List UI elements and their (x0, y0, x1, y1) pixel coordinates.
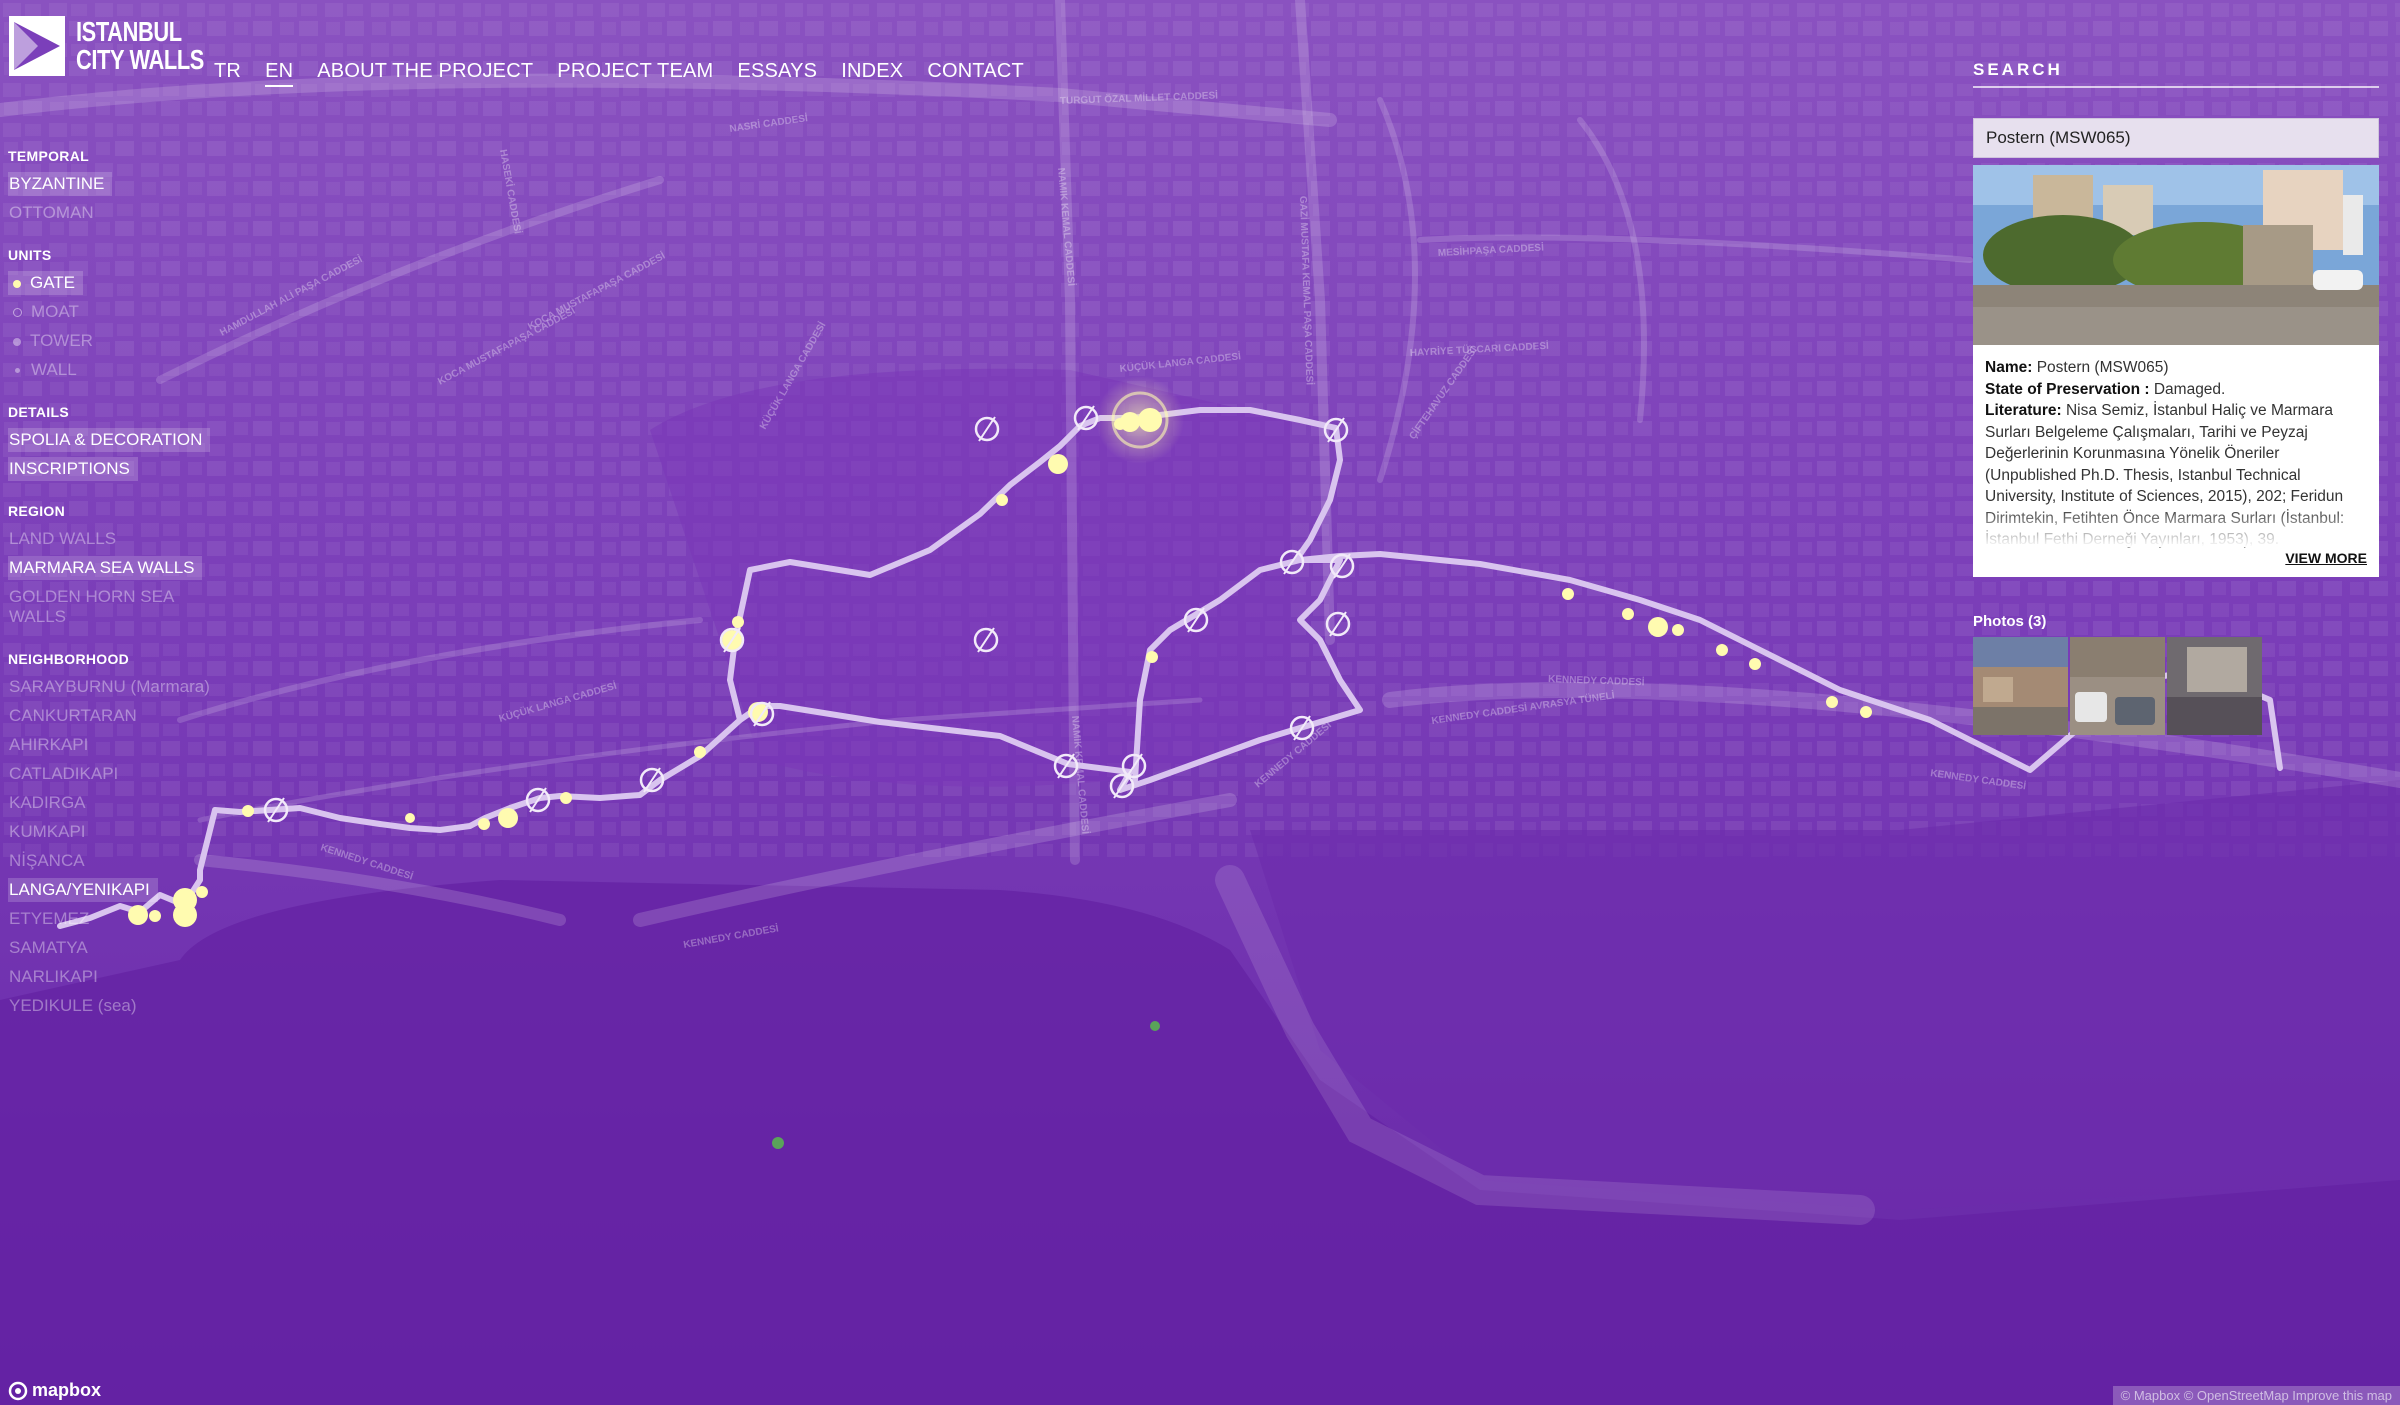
filter-heading: UNITS (8, 247, 52, 263)
mapbox-text: mapbox (32, 1380, 102, 1400)
detail-state: Damaged. (2153, 380, 2226, 398)
filter-heading: TEMPORAL (8, 148, 89, 164)
filter-group-neighborhood: NEIGHBORHOOD SARAYBURNU (Marmara) CANKUR… (8, 651, 238, 1018)
gate-marker[interactable] (1648, 617, 1668, 637)
detail-panel: Postern (MSW065) Name: Postern (MSW065) … (1973, 118, 2379, 577)
search-label[interactable]: SEARCH (1973, 60, 2063, 80)
gate-marker[interactable] (694, 746, 706, 758)
nav-en[interactable]: EN (265, 60, 294, 87)
wall-dot-icon (15, 368, 20, 374)
nav-tr[interactable]: TR (214, 60, 241, 87)
filter-group-units: UNITS GATE MOAT TOWER WALL (8, 247, 238, 382)
filter-neighborhood-item[interactable]: YEDIKULE (sea) (8, 994, 145, 1018)
filter-spolia[interactable]: SPOLIA & DECORATION (8, 428, 211, 452)
nav-essays[interactable]: ESSAYS (737, 60, 817, 87)
gate-marker[interactable] (560, 792, 572, 804)
filter-panel: TEMPORAL BYZANTINE OTTOMAN UNITS GATE MO… (8, 148, 238, 1040)
filter-neighborhood-item[interactable]: CANKURTARAN (8, 704, 145, 728)
detail-title: Postern (MSW065) (1973, 118, 2379, 158)
detail-body: Name: Postern (MSW065) State of Preserva… (1973, 345, 2379, 577)
filter-neighborhood-item[interactable]: SARAYBURNU (Marmara) (8, 675, 218, 699)
state-label: State of Preservation : (1985, 380, 2150, 398)
filter-neighborhood-item[interactable]: NARLIKAPI (8, 965, 106, 989)
gate-marker[interactable] (1826, 696, 1838, 708)
photo-thumbnail[interactable] (1973, 637, 2068, 735)
filter-label: MOAT (31, 302, 79, 321)
filter-heading: NEIGHBORHOOD (8, 651, 130, 667)
site-logo[interactable]: ISTANBUL CITY WALLS (8, 14, 240, 78)
filter-neighborhood-item[interactable]: SAMATYA (8, 936, 96, 960)
filter-byzantine[interactable]: BYZANTINE (8, 172, 113, 196)
filter-heading: DETAILS (8, 404, 69, 420)
filter-neighborhood-item[interactable]: LANGA/YENIKAPI (8, 878, 158, 902)
filter-tower[interactable]: TOWER (8, 329, 101, 353)
gate-marker[interactable] (478, 818, 490, 830)
detail-photo[interactable] (1973, 165, 2379, 345)
mapbox-icon (8, 1381, 28, 1400)
filter-neighborhood-item[interactable]: NİŞANCA (8, 849, 93, 873)
selected-marker-glow (1096, 376, 1184, 464)
gate-marker[interactable] (1146, 651, 1158, 663)
logo-line-1: ISTANBUL (76, 16, 182, 47)
filter-wall[interactable]: WALL (8, 358, 85, 382)
nav-about[interactable]: ABOUT THE PROJECT (317, 60, 533, 87)
gate-marker[interactable] (1048, 454, 1068, 474)
filter-neighborhood-item[interactable]: CATLADIKAPI (8, 762, 126, 786)
filter-neighborhood-item[interactable]: AHIRKAPI (8, 733, 96, 757)
gate-marker[interactable] (1749, 658, 1761, 670)
gate-marker[interactable] (1562, 588, 1574, 600)
gate-marker[interactable] (1860, 706, 1872, 718)
name-label: Name: (1985, 359, 2033, 376)
gate-marker[interactable] (1622, 608, 1634, 620)
photo-thumbnail[interactable] (2167, 637, 2262, 735)
filter-group-details: DETAILS SPOLIA & DECORATION INSCRIPTIONS (8, 404, 238, 481)
filter-land-walls[interactable]: LAND WALLS (8, 527, 124, 551)
gate-marker[interactable] (732, 616, 744, 628)
filter-ottoman[interactable]: OTTOMAN (8, 201, 102, 225)
moat-dot-icon (13, 308, 22, 318)
photo-thumbnail[interactable] (2070, 637, 2165, 735)
filter-group-region: REGION LAND WALLS MARMARA SEA WALLS GOLD… (8, 503, 238, 629)
gate-marker[interactable] (498, 808, 518, 828)
photo-thumbnails (1973, 637, 2262, 735)
view-more-link[interactable]: VIEW MORE (2285, 548, 2367, 570)
main-nav: TR EN ABOUT THE PROJECT PROJECT TEAM ESS… (214, 60, 1024, 87)
logo-line-2: CITY WALLS (76, 44, 204, 75)
nav-index[interactable]: INDEX (841, 60, 903, 87)
map-attribution[interactable]: © Mapbox © OpenStreetMap Improve this ma… (2112, 1386, 2400, 1405)
photos-label: Photos (3) (1973, 613, 2047, 630)
filter-label: TOWER (30, 331, 93, 350)
filter-marmara-sea-walls[interactable]: MARMARA SEA WALLS (8, 556, 203, 580)
gate-marker[interactable] (242, 805, 254, 817)
nav-contact[interactable]: CONTACT (927, 60, 1024, 87)
filter-inscriptions[interactable]: INSCRIPTIONS (8, 457, 138, 481)
filter-gate[interactable]: GATE (8, 271, 84, 295)
filter-label: WALL (31, 360, 77, 379)
filter-group-temporal: TEMPORAL BYZANTINE OTTOMAN (8, 148, 238, 225)
gate-dot-icon (13, 279, 21, 288)
nav-team[interactable]: PROJECT TEAM (557, 60, 713, 87)
filter-neighborhood-item[interactable]: KADIRGA (8, 791, 94, 815)
gate-marker[interactable] (1672, 624, 1684, 636)
filter-moat[interactable]: MOAT (8, 300, 87, 324)
gate-marker[interactable] (996, 494, 1008, 506)
gate-marker[interactable] (405, 813, 415, 823)
filter-golden-horn[interactable]: GOLDEN HORN SEA WALLS (8, 585, 238, 629)
detail-name: Postern (MSW065) (2036, 359, 2169, 376)
literature-label: Literature: (1985, 402, 2062, 419)
filter-label: GATE (30, 273, 76, 292)
text-fade (1973, 507, 2379, 547)
filter-neighborhood-item[interactable]: KUMKAPI (8, 820, 94, 844)
mapbox-logo[interactable]: mapbox (8, 1380, 101, 1401)
filter-heading: REGION (8, 503, 66, 519)
filter-neighborhood-item[interactable]: ETYEMEZ (8, 907, 97, 931)
gate-marker[interactable] (1716, 644, 1728, 656)
city-walls-logo-icon (9, 16, 65, 76)
tower-dot-icon (13, 337, 21, 346)
search-underline (1973, 86, 2379, 88)
